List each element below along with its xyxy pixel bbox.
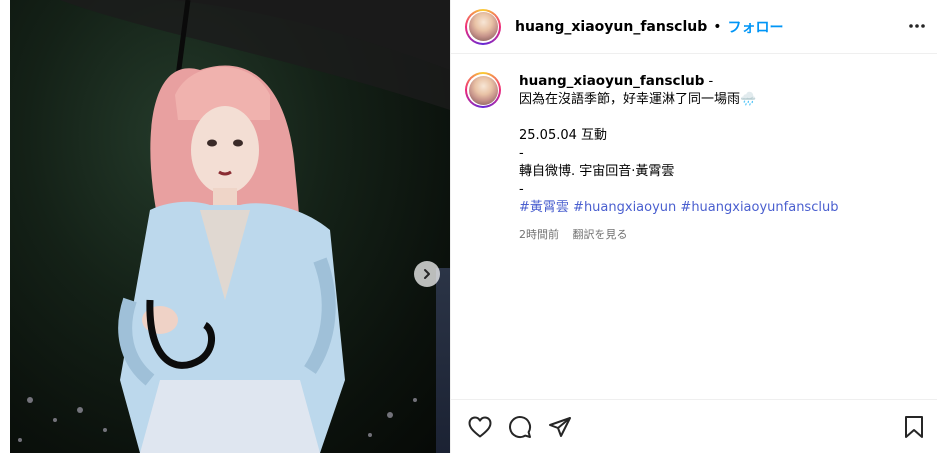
next-image-button[interactable]: [414, 261, 440, 287]
more-options-button[interactable]: [905, 14, 929, 38]
share-button[interactable]: [547, 414, 573, 440]
translate-link[interactable]: 翻訳を見る: [573, 228, 628, 241]
caption-hashtags: #黃霄雲 #huangxiaoyun #huangxiaoyunfansclub: [519, 199, 838, 217]
hashtag-link[interactable]: #huangxiaoyunfansclub: [680, 200, 838, 215]
chevron-right-icon: [424, 269, 430, 279]
comment-icon: [509, 415, 532, 438]
instagram-post: huang_xiaoyun_fansclub • フォロー huang_xiao…: [0, 0, 937, 453]
caption-body: huang_xiaoyun_fansclub - 因為在沒語季節，好幸運淋了同一…: [519, 72, 838, 244]
avatar-ring-inner: [467, 74, 499, 106]
hashtag-link[interactable]: #huangxiaoyun: [573, 200, 676, 215]
caption-line-4: 轉自微博. 宇宙回音·黃霄雲: [519, 164, 675, 179]
adjacent-post-edge: [436, 268, 450, 453]
post-media[interactable]: [0, 0, 450, 453]
heart-icon: [468, 416, 492, 437]
caption-avatar[interactable]: [465, 72, 501, 108]
avatar-photo: [468, 12, 498, 41]
post-timestamp[interactable]: 2時間前: [519, 228, 559, 241]
caption-line-2: 25.05.04 互動: [519, 128, 608, 143]
bookmark-icon: [905, 415, 923, 438]
avatar-ring-inner: [467, 10, 499, 43]
send-icon: [549, 416, 571, 437]
post-photo: [18, 0, 450, 453]
post-info-panel: huang_xiaoyun_fansclub • フォロー huang_xiao…: [450, 0, 937, 453]
follow-button[interactable]: フォロー: [728, 17, 784, 37]
post-header: huang_xiaoyun_fansclub • フォロー: [451, 0, 937, 54]
avatar[interactable]: [465, 8, 501, 45]
caption-username[interactable]: huang_xiaoyun_fansclub: [519, 73, 704, 89]
post-meta: 2時間前 翻訳を見る: [519, 226, 838, 244]
post-username[interactable]: huang_xiaoyun_fansclub: [515, 19, 707, 35]
save-button[interactable]: [901, 414, 927, 440]
caption-line-5: -: [519, 182, 524, 197]
caption-line-3: -: [519, 146, 524, 161]
action-bar: [451, 399, 937, 453]
more-horizontal-icon: [909, 24, 925, 28]
caption-header-line: huang_xiaoyun_fansclub -: [519, 72, 838, 91]
caption: huang_xiaoyun_fansclub - 因為在沒語季節，好幸運淋了同一…: [451, 54, 937, 244]
like-button[interactable]: [467, 414, 493, 440]
hashtag-link[interactable]: #黃霄雲: [519, 200, 569, 215]
avatar-photo: [468, 75, 498, 105]
separator-dot: •: [713, 18, 722, 35]
comment-button[interactable]: [507, 414, 533, 440]
caption-line-1: 因為在沒語季節，好幸運淋了同一場雨🌧️: [519, 92, 757, 107]
caption-dash: -: [708, 74, 714, 89]
